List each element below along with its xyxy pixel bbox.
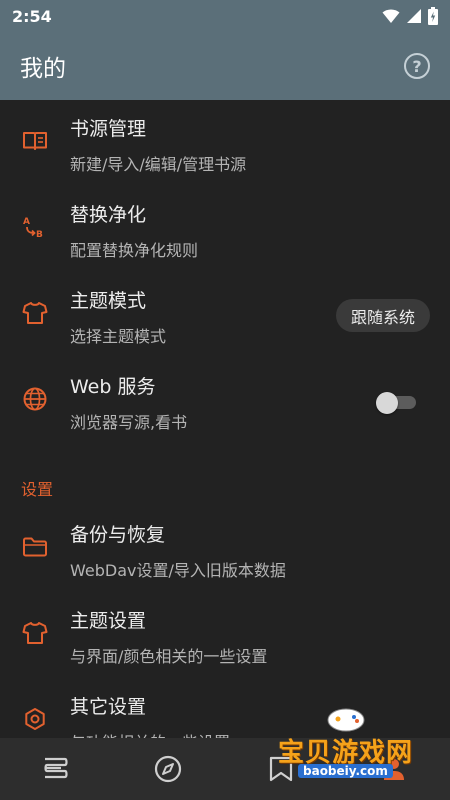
tshirt-icon bbox=[22, 302, 48, 324]
item-title: 主题设置 bbox=[70, 610, 147, 632]
switch-thumb bbox=[376, 392, 398, 414]
item-title: 替换净化 bbox=[70, 204, 147, 226]
list-item-web-service[interactable]: Web 服务 浏览器写源,看书 bbox=[0, 358, 450, 444]
wifi-icon bbox=[382, 9, 400, 23]
item-title: 书源管理 bbox=[70, 118, 147, 140]
main-list: 书源管理 新建/导入/编辑/管理书源 A B 替换净化 配置替换净化规则 主题模… bbox=[0, 100, 450, 738]
watermark-logo: 宝贝游戏网 baobeiy.com bbox=[272, 706, 422, 784]
compass-icon[interactable] bbox=[153, 754, 183, 784]
status-bar: 2:54 bbox=[0, 0, 450, 32]
item-title: Web 服务 bbox=[70, 376, 156, 398]
item-title: 备份与恢复 bbox=[70, 524, 166, 546]
svg-text:B: B bbox=[36, 230, 43, 240]
folder-icon bbox=[23, 537, 47, 557]
item-subtitle: WebDav设置/导入旧版本数据 bbox=[70, 561, 286, 580]
gear-hex-icon bbox=[25, 708, 45, 730]
status-time: 2:54 bbox=[12, 6, 52, 26]
item-subtitle: 浏览器写源,看书 bbox=[70, 413, 188, 432]
item-subtitle: 新建/导入/编辑/管理书源 bbox=[70, 155, 247, 174]
list-item-backup-restore[interactable]: 备份与恢复 WebDav设置/导入旧版本数据 bbox=[0, 506, 450, 592]
app-bar: 我的 ? bbox=[0, 32, 450, 100]
book-open-icon bbox=[23, 132, 47, 150]
question-circle-icon: ? bbox=[412, 56, 422, 76]
item-title: 主题模式 bbox=[70, 290, 147, 312]
list-item-theme-settings[interactable]: 主题设置 与界面/颜色相关的一些设置 bbox=[0, 592, 450, 678]
watermark-url: baobeiy.com bbox=[298, 764, 393, 778]
bookshelf-icon[interactable] bbox=[41, 754, 71, 784]
page-title: 我的 bbox=[20, 56, 66, 82]
signal-icon bbox=[407, 9, 421, 23]
item-subtitle: 与界面/颜色相关的一些设置 bbox=[70, 647, 268, 666]
tshirt-icon bbox=[22, 622, 48, 644]
item-title: 其它设置 bbox=[70, 696, 147, 718]
battery-icon bbox=[428, 7, 438, 25]
web-service-switch[interactable] bbox=[376, 392, 416, 414]
list-item-theme-mode[interactable]: 主题模式 选择主题模式 跟随系统 bbox=[0, 272, 450, 358]
gamepad-icon bbox=[327, 708, 365, 732]
section-header-settings: 设置 bbox=[21, 480, 54, 499]
globe-icon bbox=[23, 387, 47, 411]
list-item-replace-rules[interactable]: A B 替换净化 配置替换净化规则 bbox=[0, 186, 450, 272]
replace-ab-icon: A B bbox=[23, 217, 43, 240]
item-subtitle: 选择主题模式 bbox=[70, 327, 167, 346]
item-subtitle: 与功能相关的一些设置 bbox=[70, 729, 230, 738]
theme-mode-chip[interactable]: 跟随系统 bbox=[335, 299, 430, 332]
item-subtitle: 配置替换净化规则 bbox=[70, 241, 199, 260]
svg-text:A: A bbox=[23, 217, 30, 227]
list-item-book-source[interactable]: 书源管理 新建/导入/编辑/管理书源 bbox=[0, 100, 450, 186]
help-button[interactable]: ? bbox=[404, 53, 430, 79]
status-icons bbox=[382, 7, 438, 25]
